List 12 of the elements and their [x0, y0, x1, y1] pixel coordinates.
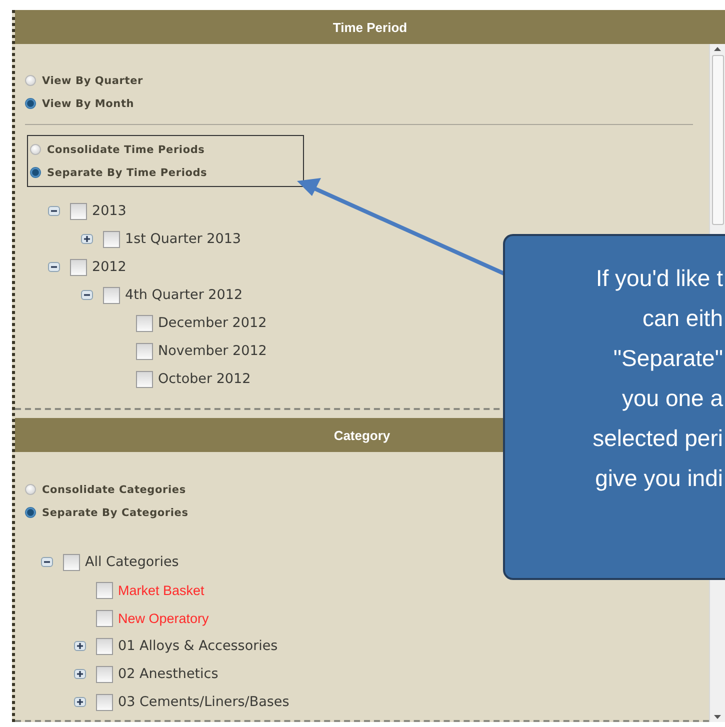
radio-label: Separate By Categories — [42, 506, 188, 518]
callout-text: "Separate" — [613, 344, 723, 373]
radio-label: View By Month — [42, 98, 134, 110]
radio-label: Consolidate Time Periods — [47, 144, 205, 156]
callout-text: you one a — [622, 384, 723, 413]
callout-text: If you'd like t — [596, 264, 723, 293]
radio-label: Separate By Time Periods — [47, 166, 208, 178]
radio-label: View By Quarter — [42, 74, 144, 86]
radio-label: Consolidate Categories — [42, 484, 186, 496]
callout-text: can eith — [642, 304, 723, 333]
panel-header: Time Period — [15, 10, 725, 44]
callout-text: give you indi — [595, 464, 723, 493]
